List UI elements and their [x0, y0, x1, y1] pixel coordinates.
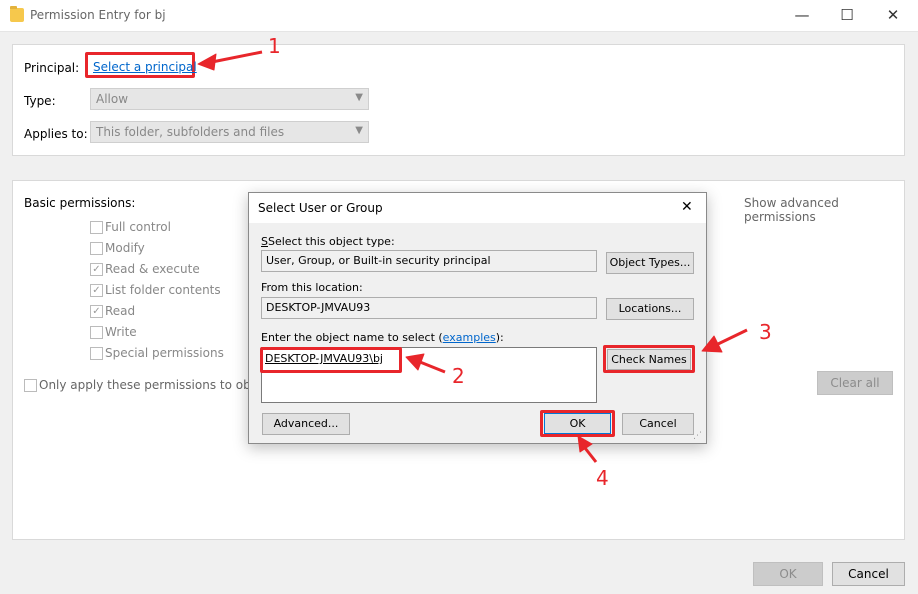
advanced-button[interactable]: Advanced... [262, 413, 350, 435]
object-name-label-prefix: Enter the object name to select ( [261, 331, 443, 344]
annotation-number-2: 2 [452, 364, 465, 388]
type-value: Allow [96, 92, 129, 106]
chevron-down-icon: ▼ [355, 125, 363, 136]
dialog-title: Select User or Group [258, 201, 383, 215]
principal-label: Principal: [24, 61, 80, 75]
permission-label: Modify [105, 241, 145, 255]
permission-label: Read & execute [105, 262, 200, 276]
applies-to-label: Applies to: [24, 127, 88, 141]
object-type-label: SSelect this object type: [261, 235, 395, 248]
select-principal-link[interactable]: Select a principal [93, 60, 197, 74]
permission-checkbox[interactable] [90, 326, 103, 339]
maximize-button[interactable]: ☐ [836, 4, 858, 26]
basic-permissions-heading: Basic permissions: [24, 196, 136, 210]
window-title-bar: Permission Entry for bj — ☐ ✕ [0, 0, 918, 32]
applies-to-value: This folder, subfolders and files [96, 125, 285, 139]
annotation-number-1: 1 [268, 34, 281, 58]
footer-cancel-button[interactable]: Cancel [832, 562, 905, 586]
resize-grip-icon[interactable]: ⋰ [693, 431, 702, 441]
only-apply-label: Only apply these permissions to objects [39, 378, 279, 392]
show-advanced-link[interactable]: Show advanced permissions [744, 196, 904, 224]
chevron-down-icon: ▼ [355, 92, 363, 103]
principal-panel: Principal: Select a principal Type: Allo… [12, 44, 905, 156]
dialog-close-icon[interactable]: ✕ [681, 199, 693, 215]
close-button[interactable]: ✕ [882, 4, 904, 26]
locations-button[interactable]: Locations... [606, 298, 694, 320]
permission-label: List folder contents [105, 283, 221, 297]
annotation-number-4: 4 [596, 466, 609, 490]
permission-checkbox[interactable] [90, 347, 103, 360]
object-type-field: User, Group, or Built-in security princi… [261, 250, 597, 272]
annotation-number-3: 3 [759, 320, 772, 344]
permission-checkbox[interactable]: ✓ [90, 263, 103, 276]
permission-checkbox[interactable]: ✓ [90, 305, 103, 318]
footer-ok-button[interactable]: OK [753, 562, 823, 586]
permission-checkbox[interactable] [90, 242, 103, 255]
object-name-value: DESKTOP-JMVAU93\bj [265, 352, 383, 365]
select-user-dialog: Select User or Group ✕ SSelect this obje… [248, 192, 707, 444]
permission-label: Write [105, 325, 137, 339]
folder-icon [10, 6, 24, 22]
minimize-button[interactable]: — [791, 4, 813, 26]
clear-all-button[interactable]: Clear all [817, 371, 893, 395]
object-type-label-text: Select this object type: [267, 235, 395, 248]
location-field: DESKTOP-JMVAU93 [261, 297, 597, 319]
permission-label: Special permissions [105, 346, 224, 360]
applies-to-combo[interactable]: This folder, subfolders and files ▼ [90, 121, 369, 143]
location-label: From this location: [261, 281, 363, 294]
type-label: Type: [24, 94, 56, 108]
only-apply-checkbox[interactable] [24, 379, 37, 392]
object-types-button[interactable]: Object Types... [606, 252, 694, 274]
permission-label: Read [105, 304, 136, 318]
examples-link[interactable]: examples [443, 331, 496, 344]
permission-checkbox[interactable] [90, 221, 103, 234]
object-name-label-suffix: ): [495, 331, 504, 344]
dialog-title-bar: Select User or Group ✕ [249, 193, 706, 223]
type-combo[interactable]: Allow ▼ [90, 88, 369, 110]
permission-checkbox[interactable]: ✓ [90, 284, 103, 297]
check-names-button[interactable]: Check Names [607, 349, 691, 370]
dialog-ok-button[interactable]: OK [544, 413, 611, 434]
permission-label: Full control [105, 220, 171, 234]
dialog-cancel-button[interactable]: Cancel [622, 413, 694, 435]
window-title: Permission Entry for bj [30, 8, 166, 22]
object-name-label: Enter the object name to select (example… [261, 331, 504, 344]
